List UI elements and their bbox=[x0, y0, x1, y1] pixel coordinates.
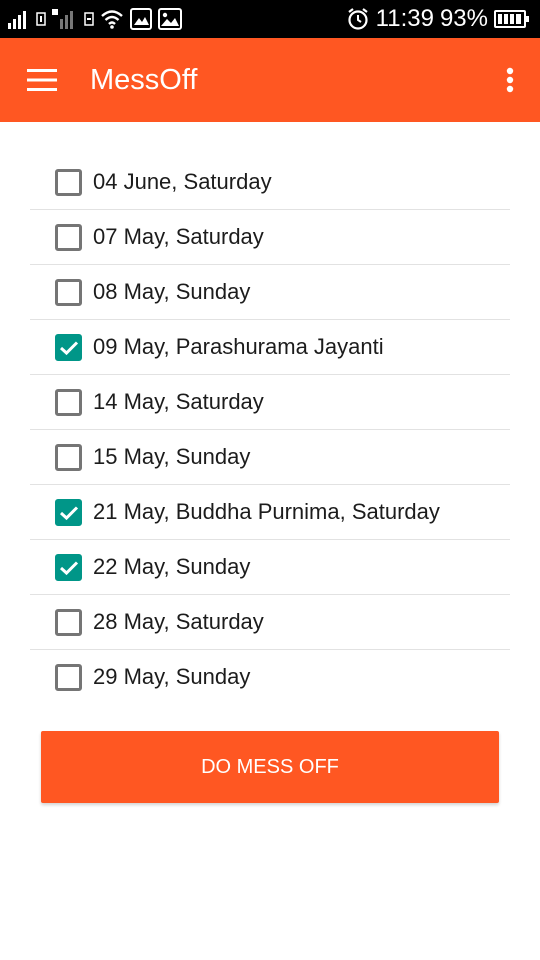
date-label: 04 June, Saturday bbox=[93, 169, 272, 194]
date-label: 14 May, Saturday bbox=[93, 389, 264, 414]
date-row[interactable]: 08 May, Sunday bbox=[30, 265, 510, 320]
status-icons-left bbox=[8, 7, 182, 31]
status-icons-right: 11:39 93% bbox=[346, 0, 530, 38]
date-label: 21 May, Buddha Purnima, Saturday bbox=[93, 499, 440, 524]
date-checkbox[interactable] bbox=[55, 664, 82, 691]
app-bar: MessOff bbox=[0, 38, 540, 122]
check-icon bbox=[59, 505, 78, 520]
date-label: 09 May, Parashurama Jayanti bbox=[93, 334, 384, 359]
date-row[interactable]: 28 May, Saturday bbox=[30, 595, 510, 650]
date-row[interactable]: 04 June, Saturday bbox=[30, 155, 510, 210]
date-checkbox[interactable] bbox=[55, 224, 82, 251]
date-row[interactable]: 07 May, Saturday bbox=[30, 210, 510, 265]
battery-percentage: 93% bbox=[439, 5, 488, 32]
date-label: 22 May, Sunday bbox=[93, 554, 251, 579]
overflow-menu-button[interactable] bbox=[488, 58, 532, 102]
date-checkbox[interactable] bbox=[55, 499, 82, 526]
sim-1-icon bbox=[36, 12, 46, 26]
wifi-icon bbox=[101, 10, 123, 29]
status-bar: 11:39 93% bbox=[0, 0, 540, 38]
date-row[interactable]: 09 May, Parashurama Jayanti bbox=[30, 320, 510, 375]
date-label: 07 May, Saturday bbox=[93, 224, 264, 249]
gallery-icon bbox=[130, 8, 152, 30]
date-list: 04 June, Saturday 07 May, Saturday 08 Ma… bbox=[30, 155, 510, 704]
app-title: MessOff bbox=[90, 64, 198, 96]
date-row[interactable]: 29 May, Sunday bbox=[30, 650, 510, 704]
date-row[interactable]: 14 May, Saturday bbox=[30, 375, 510, 430]
date-checkbox[interactable] bbox=[55, 334, 82, 361]
signal-weak-icon bbox=[52, 9, 73, 29]
status-time: 11:39 bbox=[375, 5, 434, 32]
date-row[interactable]: 22 May, Sunday bbox=[30, 540, 510, 595]
date-checkbox[interactable] bbox=[55, 169, 82, 196]
menu-button[interactable] bbox=[20, 58, 64, 102]
menu-icon bbox=[27, 69, 57, 91]
date-checkbox[interactable] bbox=[55, 609, 82, 636]
check-icon bbox=[59, 560, 78, 575]
image-icon bbox=[158, 8, 182, 30]
date-label: 29 May, Sunday bbox=[93, 664, 251, 689]
date-checkbox[interactable] bbox=[55, 554, 82, 581]
date-checkbox[interactable] bbox=[55, 444, 82, 471]
date-label: 15 May, Sunday bbox=[93, 444, 251, 469]
overflow-menu-icon bbox=[506, 67, 514, 93]
date-label: 28 May, Saturday bbox=[93, 609, 264, 634]
date-row[interactable]: 21 May, Buddha Purnima, Saturday bbox=[30, 485, 510, 540]
date-row[interactable]: 15 May, Sunday bbox=[30, 430, 510, 485]
battery-icon bbox=[494, 10, 529, 28]
date-checkbox[interactable] bbox=[55, 389, 82, 416]
check-icon bbox=[59, 340, 78, 355]
signal-icon bbox=[8, 11, 26, 29]
date-checkbox[interactable] bbox=[55, 279, 82, 306]
sim-2-icon bbox=[84, 12, 94, 26]
alarm-icon bbox=[348, 8, 368, 30]
date-label: 08 May, Sunday bbox=[93, 279, 251, 304]
do-mess-off-button[interactable]: DO MESS OFF bbox=[41, 731, 499, 803]
